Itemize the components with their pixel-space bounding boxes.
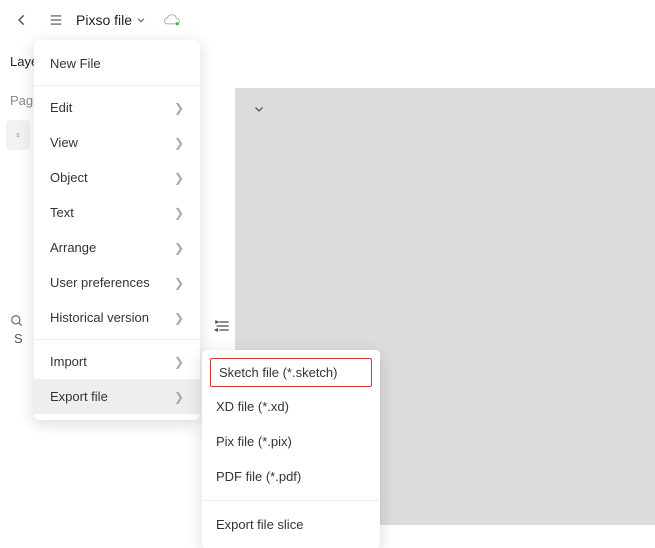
menu-object[interactable]: Object ❯ (34, 160, 200, 195)
app-header: Pixso file (0, 0, 655, 40)
menu-label: Arrange (50, 240, 96, 255)
submenu-pdf[interactable]: PDF file (*.pdf) (202, 459, 380, 494)
menu-historical-version[interactable]: Historical version ❯ (34, 300, 200, 335)
chevron-right-icon: ❯ (174, 390, 184, 404)
submenu-pix[interactable]: Pix file (*.pix) (202, 424, 380, 459)
search-placeholder: S (14, 331, 23, 346)
back-button[interactable] (8, 6, 36, 34)
page-icon (16, 128, 20, 142)
menu-label: Export file (50, 389, 108, 404)
chevron-right-icon: ❯ (174, 136, 184, 150)
menu-label: Historical version (50, 310, 149, 325)
pages-label: Pag (0, 83, 36, 118)
menu-arrange[interactable]: Arrange ❯ (34, 230, 200, 265)
layers-tab[interactable]: Laye (0, 40, 36, 83)
chevron-down-icon (253, 103, 265, 115)
menu-edit[interactable]: Edit ❯ (34, 90, 200, 125)
chevron-right-icon: ❯ (174, 355, 184, 369)
chevron-right-icon: ❯ (174, 171, 184, 185)
submenu-separator (202, 500, 380, 501)
menu-export-file[interactable]: Export file ❯ (34, 379, 200, 414)
menu-view[interactable]: View ❯ (34, 125, 200, 160)
chevron-right-icon: ❯ (174, 276, 184, 290)
menu-label: Object (50, 170, 88, 185)
canvas-collapse-button[interactable] (248, 98, 270, 120)
chevron-right-icon: ❯ (174, 311, 184, 325)
menu-label: View (50, 135, 78, 150)
menu-separator (34, 85, 200, 86)
menu-button[interactable] (42, 6, 70, 34)
menu-separator (34, 339, 200, 340)
search-icon (10, 314, 24, 328)
menu-label: User preferences (50, 275, 150, 290)
menu-label: New File (50, 56, 101, 71)
menu-new-file[interactable]: New File (34, 46, 200, 81)
chevron-right-icon: ❯ (174, 101, 184, 115)
main-menu: New File Edit ❯ View ❯ Object ❯ Text ❯ A… (34, 40, 200, 420)
export-submenu: Sketch file (*.sketch) XD file (*.xd) Pi… (202, 350, 380, 548)
submenu-label: PDF file (*.pdf) (216, 469, 301, 484)
submenu-label: Sketch file (*.sketch) (219, 365, 338, 380)
menu-import[interactable]: Import ❯ (34, 344, 200, 379)
menu-text[interactable]: Text ❯ (34, 195, 200, 230)
page-item[interactable] (6, 120, 30, 150)
cloud-sync-icon[interactable] (158, 6, 186, 34)
submenu-label: XD file (*.xd) (216, 399, 289, 414)
menu-user-preferences[interactable]: User preferences ❯ (34, 265, 200, 300)
menu-label: Import (50, 354, 87, 369)
left-sidebar: Laye Pag S (0, 40, 36, 525)
submenu-sketch[interactable]: Sketch file (*.sketch) (210, 358, 372, 387)
search-button[interactable]: S (0, 302, 36, 358)
file-title-text: Pixso file (76, 12, 132, 28)
menu-label: Text (50, 205, 74, 220)
menu-label: Edit (50, 100, 72, 115)
file-title-dropdown[interactable]: Pixso file (76, 12, 146, 28)
submenu-label: Pix file (*.pix) (216, 434, 292, 449)
chevron-right-icon: ❯ (174, 241, 184, 255)
chevron-right-icon: ❯ (174, 206, 184, 220)
submenu-xd[interactable]: XD file (*.xd) (202, 389, 380, 424)
list-toggle-button[interactable] (214, 319, 230, 333)
chevron-down-icon (136, 15, 146, 25)
